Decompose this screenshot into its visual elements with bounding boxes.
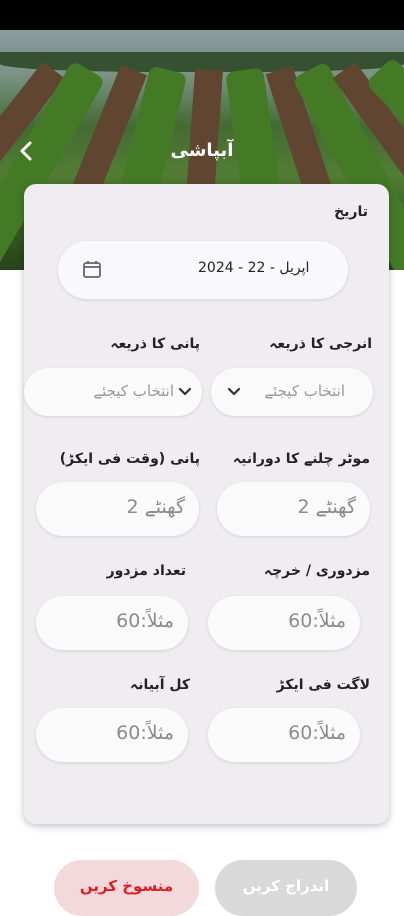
- labor-count-input[interactable]: مثلاً:60: [36, 596, 188, 650]
- total-water-fee-placeholder: مثلاً:60: [116, 722, 174, 744]
- water-per-acre-label: پانی (وقت فی ایکڑ): [59, 451, 200, 467]
- chevron-down-icon: [178, 387, 192, 396]
- back-button[interactable]: [14, 138, 40, 164]
- date-label: تاریخ: [334, 204, 368, 220]
- chevron-left-icon: [20, 141, 32, 161]
- energy-source-placeholder: انتخاب کیجئے: [264, 382, 345, 400]
- labor-cost-label: مزدوری / خرچہ: [263, 563, 370, 579]
- total-water-fee-input[interactable]: مثلاً:60: [36, 708, 188, 762]
- water-per-acre-placeholder: گھنٹے 2: [126, 496, 185, 518]
- submit-button[interactable]: اندراج کریں: [215, 860, 357, 916]
- motor-duration-input[interactable]: گھنٹے 2: [217, 482, 370, 536]
- water-source-dropdown[interactable]: انتخاب کیجئے: [24, 368, 202, 416]
- cost-per-acre-input[interactable]: مثلاً:60: [208, 708, 360, 762]
- chevron-down-icon: [227, 387, 241, 396]
- cancel-button[interactable]: منسوخ کریں: [54, 860, 199, 916]
- energy-source-dropdown[interactable]: انتخاب کیجئے: [211, 368, 373, 416]
- date-value: اپریل - 22 - 2024: [198, 260, 310, 276]
- cost-per-acre-placeholder: مثلاً:60: [288, 722, 346, 744]
- water-source-label: پانی کا ذریعہ: [110, 336, 200, 352]
- energy-source-label: انرجی کا ذریعہ: [269, 336, 372, 352]
- cost-per-acre-label: لاگت فی ایکڑ: [276, 677, 370, 693]
- labor-cost-placeholder: مثلاً:60: [288, 610, 346, 632]
- labor-count-label: تعداد مزدور: [106, 563, 186, 579]
- water-per-acre-input[interactable]: گھنٹے 2: [36, 482, 199, 536]
- labor-cost-input[interactable]: مثلاً:60: [208, 596, 360, 650]
- labor-count-placeholder: مثلاً:60: [116, 610, 174, 632]
- water-source-placeholder: انتخاب کیجئے: [93, 382, 174, 400]
- status-bar: [0, 0, 404, 30]
- date-picker[interactable]: اپریل - 22 - 2024: [58, 241, 348, 299]
- total-water-fee-label: کل آبیانہ: [130, 677, 190, 693]
- calendar-icon[interactable]: [82, 259, 102, 279]
- motor-duration-label: موٹر چلنے کا دورانیہ: [232, 451, 370, 467]
- motor-duration-placeholder: گھنٹے 2: [297, 496, 356, 518]
- page-title: آبپاشی: [170, 140, 234, 161]
